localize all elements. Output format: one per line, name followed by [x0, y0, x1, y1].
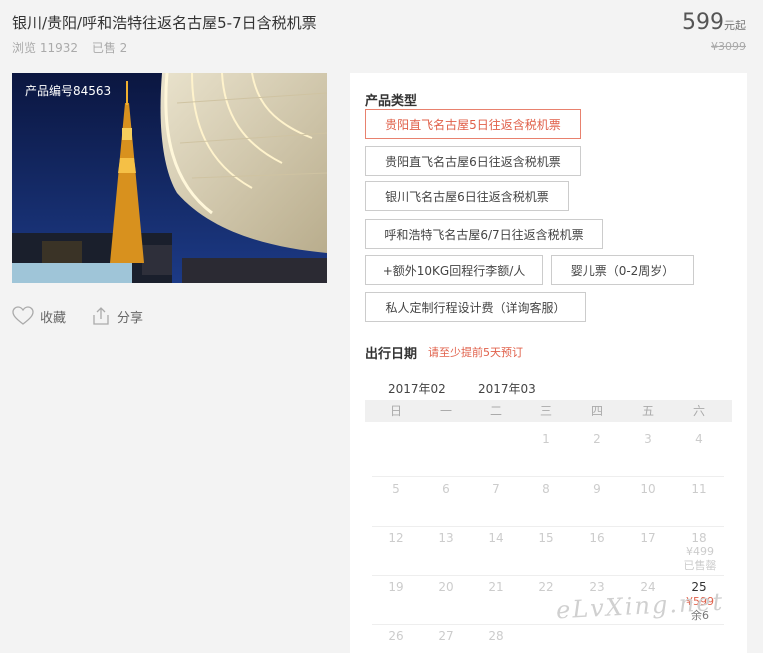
share-label: 分享 [117, 310, 144, 326]
calendar-day: 5 [392, 482, 400, 496]
weekday-thu: 四 [590, 404, 603, 418]
calendar-row-divider [372, 624, 724, 625]
calendar-day: 6 [442, 482, 450, 496]
calendar-day: 8 [542, 482, 550, 496]
calendar-day: 27 [438, 629, 454, 643]
price-block: 599元起 ¥3099 [682, 10, 746, 53]
calendar-day: 10 [640, 482, 656, 496]
favorite-label: 收藏 [40, 310, 67, 326]
heart-icon [12, 306, 34, 325]
weekday-sun: 日 [389, 404, 402, 418]
product-option-0[interactable]: 贵阳直飞名古屋5日往返含税机票 [365, 109, 581, 139]
calendar-day: 26 [388, 629, 404, 643]
product-title: 银川/贵阳/呼和浩特往返名古屋5-7日含税机票 [12, 14, 317, 32]
calendar-day: 15 [538, 531, 554, 545]
calendar-day: 22 [538, 580, 554, 594]
weekday-sat: 六 [692, 404, 705, 418]
price-value: 599 [682, 10, 724, 35]
calendar-row-divider [372, 575, 724, 576]
product-stats: 浏览 11932 已售 2 [12, 39, 137, 56]
calendar-day: 17 [640, 531, 656, 545]
calendar-day: 2 [593, 432, 601, 446]
original-price: ¥3099 [711, 40, 746, 53]
product-option-6[interactable]: 私人定制行程设计费（详询客服） [365, 292, 586, 322]
product-option-2[interactable]: 银川飞名古屋6日往返含税机票 [365, 181, 569, 211]
calendar-day: 13 [438, 531, 454, 545]
calendar-day: 23 [589, 580, 605, 594]
weekday-wed: 三 [539, 404, 552, 418]
calendar-day: 19 [388, 580, 404, 594]
calendar-day: 18 [691, 531, 707, 545]
booking-tip: 请至少提前5天预订 [428, 346, 523, 359]
calendar-day: 20 [438, 580, 454, 594]
view-count: 浏览 11932 [12, 41, 78, 55]
calendar-day: 12 [388, 531, 404, 545]
product-option-1[interactable]: 贵阳直飞名古屋6日往返含税机票 [365, 146, 581, 176]
calendar-row-divider [372, 526, 724, 527]
sold-count: 已售 2 [91, 41, 128, 55]
calendar-day: 9 [593, 482, 601, 496]
share-icon [93, 307, 109, 325]
product-option-5[interactable]: 婴儿票（0-2周岁） [551, 255, 694, 285]
product-type-label: 产品类型 [365, 94, 418, 109]
product-photo[interactable]: 产品编号84563 [12, 73, 327, 283]
calendar-day: 3 [644, 432, 652, 446]
calendar-day: 14 [488, 531, 504, 545]
month-tab-mar[interactable]: 2017年03 [478, 380, 536, 397]
nagoya-tv-tower-image [12, 73, 327, 283]
calendar-day: 16 [589, 531, 605, 545]
month-tab-feb[interactable]: 2017年02 [388, 380, 446, 397]
weekday-fri: 五 [641, 404, 654, 418]
calendar-day: 21 [488, 580, 504, 594]
calendar-day: 4 [695, 432, 703, 446]
favorite-button[interactable]: 收藏 [12, 306, 66, 326]
price-suffix: 元起 [724, 19, 746, 32]
calendar-day: 28 [488, 629, 504, 643]
weekday-tue: 二 [489, 404, 502, 418]
calendar-day: 11 [691, 482, 707, 496]
travel-date-label: 出行日期 [365, 347, 418, 362]
calendar-day: 7 [492, 482, 500, 496]
weekday-header: 日 一 二 三 四 五 六 [365, 400, 732, 422]
product-option-4[interactable]: +额外10KG回程行李额/人 [365, 255, 543, 285]
share-button[interactable]: 分享 [91, 306, 143, 326]
product-option-3[interactable]: 呼和浩特飞名古屋6/7日往返含税机票 [365, 219, 603, 249]
product-id: 产品编号84563 [25, 84, 112, 98]
day-18-status: 已售罄 [683, 559, 717, 572]
weekday-mon: 一 [439, 404, 452, 418]
calendar-row-divider [372, 476, 724, 477]
calendar-day: 1 [542, 432, 550, 446]
